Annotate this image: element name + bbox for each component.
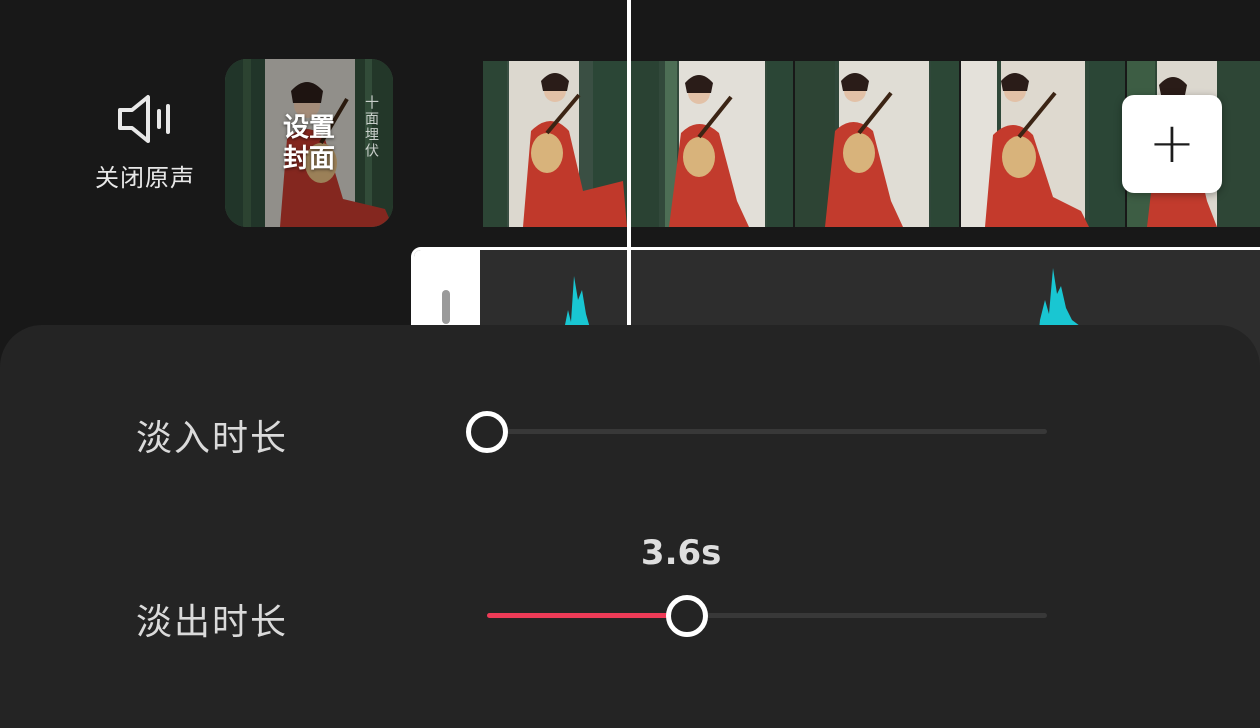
fade-settings-panel: 淡入时长 3.6s 淡出时长	[0, 325, 1260, 728]
fade-out-label: 淡出时长	[136, 602, 289, 643]
video-frame	[961, 61, 1127, 227]
playhead[interactable]	[627, 0, 631, 330]
fade-in-label: 淡入时长	[136, 418, 289, 459]
fade-in-slider-thumb[interactable]	[466, 411, 508, 453]
speaker-icon	[118, 95, 170, 143]
video-frame	[629, 61, 795, 227]
fade-in-slider-track[interactable]	[487, 429, 1047, 434]
fade-out-slider-fill	[487, 613, 687, 618]
mute-original-button[interactable]: 关闭原声	[80, 92, 210, 202]
video-frame	[795, 61, 961, 227]
plus-icon: +	[1148, 111, 1196, 176]
fade-out-value: 3.6s	[640, 533, 722, 573]
video-frame	[483, 61, 629, 227]
fade-out-slider-thumb[interactable]	[665, 595, 708, 637]
grip-icon	[442, 290, 450, 324]
mute-original-label: 关闭原声	[95, 164, 195, 192]
set-cover-label: 设置 封面	[281, 113, 337, 175]
set-cover-label-line2: 封面	[282, 144, 335, 174]
set-cover-label-line1: 设置	[282, 113, 335, 143]
set-cover-button[interactable]: 设置 封面 十面埋伏	[225, 59, 393, 227]
editor-screen: 关闭原声 设置 封面 十面埋伏 + 淡入时长 3.6s 淡出时长	[0, 0, 1260, 728]
add-clip-button[interactable]: +	[1122, 95, 1222, 193]
cover-watermark-text: 十面埋伏	[363, 95, 379, 159]
